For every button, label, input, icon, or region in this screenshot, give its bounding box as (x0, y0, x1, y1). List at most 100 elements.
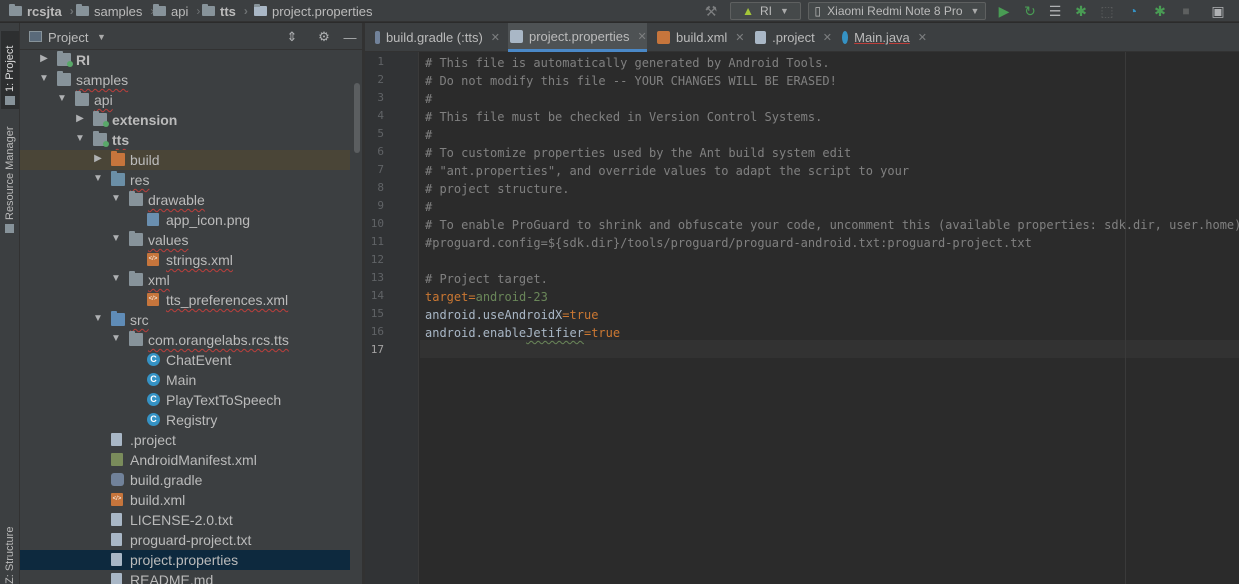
tree-item[interactable]: AndroidManifest.xml (20, 450, 350, 470)
code-line: # Project target. (425, 272, 548, 286)
tree-item[interactable]: C Main (20, 370, 350, 390)
run-icon[interactable]: ▶ (995, 2, 1013, 20)
close-icon[interactable]: ✕ (637, 30, 646, 43)
tree-item[interactable]: ▶ extension (20, 110, 350, 130)
tree-item[interactable]: ▼ api (20, 90, 350, 110)
folder-icon (202, 4, 215, 16)
tree-item[interactable]: C ChatEvent (20, 350, 350, 370)
breadcrumb-api[interactable]: api › (153, 3, 200, 19)
chevron-down-icon[interactable]: ▼ (111, 193, 121, 204)
chevron-down-icon[interactable]: ▼ (111, 233, 121, 244)
close-icon[interactable]: ✕ (491, 31, 500, 44)
tree-item[interactable]: app_icon.png (20, 210, 350, 230)
tree-item[interactable]: ▶ build (20, 150, 350, 170)
minimize-icon[interactable]: — (342, 29, 358, 45)
chevron-down-icon: ▼ (779, 6, 789, 16)
tree-item[interactable]: ▼ com.orangelabs.rcs.tts (20, 330, 350, 350)
breadcrumb-rcsjta[interactable]: rcsjta › (9, 3, 74, 19)
chevron-down-icon[interactable]: ▼ (75, 133, 85, 144)
chevron-right-icon: › (196, 4, 201, 18)
structure-tool-tab[interactable]: Z: Structure (1, 499, 19, 584)
tree-item[interactable]: ▼ drawable (20, 190, 350, 210)
tree-item[interactable]: C Registry (20, 410, 350, 430)
tree-item[interactable]: LICENSE-2.0.txt (20, 510, 350, 530)
editor-tab[interactable]: Main.java ✕ (840, 23, 927, 52)
tree-item[interactable]: </> strings.xml (20, 250, 350, 270)
collapse-all-icon[interactable]: ⇕ (284, 29, 300, 45)
close-icon[interactable]: ✕ (823, 31, 832, 44)
chevron-down-icon[interactable]: ▼ (111, 273, 121, 284)
tree-item[interactable]: ▼ values (20, 230, 350, 250)
debug-icon[interactable]: ✱ (1072, 2, 1090, 20)
tree-item-label: proguard-project.txt (130, 532, 252, 548)
chevron-down-icon[interactable]: ▼ (93, 173, 103, 184)
tree-item[interactable]: </> tts_preferences.xml (20, 290, 350, 310)
folder-icon (129, 271, 143, 286)
chevron-down-icon[interactable]: ▼ (57, 93, 67, 104)
hammer-icon[interactable]: ⚒ (702, 2, 720, 20)
tree-item[interactable]: build.gradle (20, 470, 350, 490)
editor-tab[interactable]: build.xml ✕ (655, 23, 745, 52)
tree-item[interactable]: ▼ xml (20, 270, 350, 290)
tree-item[interactable]: ▼ samples (20, 70, 350, 90)
project-view-selector[interactable]: Project (48, 30, 88, 45)
project-scrollbar[interactable] (354, 83, 360, 153)
folder-icon (5, 96, 15, 105)
tree-item[interactable]: project.properties (20, 550, 350, 570)
chevron-right-icon: › (69, 4, 74, 18)
line-number: 11 (370, 235, 384, 248)
line-number: 7 (377, 163, 384, 176)
chevron-down-icon[interactable]: ▼ (93, 313, 103, 324)
attach-process-icon[interactable]: ✱ (1151, 2, 1169, 20)
right-margin-guide (1125, 52, 1126, 584)
code-line: android.useAndroidX=true (425, 308, 599, 322)
resource-folder-icon (111, 171, 125, 186)
breadcrumb-project-properties[interactable]: project.properties (254, 3, 372, 19)
attach-debugger-icon[interactable]: ⬚ (1098, 2, 1116, 20)
chevron-down-icon[interactable]: ▼ (39, 73, 49, 84)
tree-item[interactable]: README.md (20, 570, 350, 584)
breadcrumb-samples[interactable]: samples› (76, 3, 154, 19)
editor-tab-label: build.xml (676, 30, 728, 45)
editor-tab[interactable]: .project ✕ (753, 23, 832, 52)
package-icon (129, 331, 143, 346)
tree-item[interactable]: ▼ src (20, 310, 350, 330)
close-icon[interactable]: ✕ (918, 31, 927, 44)
editor-tab[interactable]: project.properties ✕ (508, 23, 647, 52)
project-structure-icon[interactable]: ▣ (1209, 2, 1227, 20)
line-number: 10 (370, 217, 384, 230)
text-file-icon (111, 533, 122, 546)
android-icon: ▲ (742, 4, 754, 18)
line-number: 14 (370, 289, 384, 302)
apply-changes-icon[interactable]: ↻ (1021, 2, 1039, 20)
editor-tab[interactable]: build.gradle (:tts) ✕ (373, 23, 500, 52)
tree-item[interactable]: ▼ tts (20, 130, 350, 150)
chevron-down-icon[interactable]: ▼ (111, 333, 121, 344)
tree-item[interactable]: .project (20, 430, 350, 450)
gear-icon[interactable]: ⚙ (316, 29, 332, 45)
breadcrumb-tts[interactable]: tts › (202, 3, 248, 19)
apply-code-changes-icon[interactable]: ☰ (1046, 2, 1064, 20)
run-config-selector[interactable]: ▲ RI ▼ (730, 2, 801, 20)
phone-icon: ▯ (814, 4, 822, 18)
resource-manager-tool-tab[interactable]: Resource Manager (1, 119, 19, 237)
manifest-file-icon (111, 453, 123, 466)
tree-item-label: src (130, 312, 149, 328)
stop-icon[interactable]: ■ (1177, 2, 1195, 20)
profile-icon[interactable]: ◔ (1124, 2, 1142, 20)
java-class-icon: C (147, 353, 160, 366)
close-icon[interactable]: ✕ (735, 31, 744, 44)
tree-item[interactable]: ▶ RI (20, 50, 350, 70)
project-tool-tab[interactable]: 1: Project (1, 31, 19, 109)
tree-item[interactable]: </> build.xml (20, 490, 350, 510)
chevron-down-icon[interactable]: ▼ (97, 32, 106, 42)
device-selector[interactable]: ▯ Xiaomi Redmi Note 8 Pro ▼ (808, 2, 986, 20)
tree-item[interactable]: ▼ res (20, 170, 350, 190)
tree-item[interactable]: C PlayTextToSpeech (20, 390, 350, 410)
chevron-right-icon[interactable]: ▶ (93, 153, 103, 164)
chevron-right-icon[interactable]: ▶ (39, 53, 49, 64)
code-editor[interactable]: 1 2 3 4 5 6 7 8 9 10 11 12 13 14 15 16 17 # This file is… (365, 52, 1239, 584)
chevron-right-icon[interactable]: ▶ (75, 113, 85, 124)
project-panel: Project ▼ ⇕ ⚙ — ▶ RI ▼ samples ▼ api ▶ extensio… (20, 23, 362, 584)
tree-item[interactable]: proguard-project.txt (20, 530, 350, 550)
